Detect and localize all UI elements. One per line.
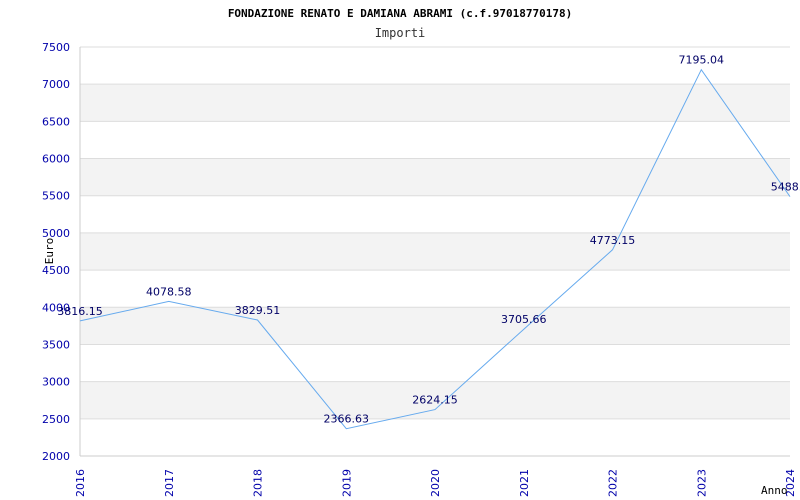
line-chart: FONDAZIONE RENATO E DAMIANA ABRAMI (c.f.… xyxy=(42,7,800,497)
grid-band xyxy=(80,84,790,122)
x-tick-label: 2016 xyxy=(74,469,87,497)
grid-band xyxy=(80,158,790,196)
data-label: 3816.15 xyxy=(57,305,103,318)
grid-band xyxy=(80,307,790,345)
y-tick-label: 4500 xyxy=(42,264,70,277)
data-label: 7195.04 xyxy=(679,54,725,67)
y-tick-label: 7000 xyxy=(42,78,70,91)
y-axis-label: Euro xyxy=(43,238,56,265)
y-tick-label: 3500 xyxy=(42,338,70,351)
y-tick-label: 6500 xyxy=(42,115,70,128)
data-label: 4773.15 xyxy=(590,234,636,247)
data-label: 2366.63 xyxy=(324,413,370,426)
y-tick-label: 5500 xyxy=(42,190,70,203)
chart-title: FONDAZIONE RENATO E DAMIANA ABRAMI (c.f.… xyxy=(228,7,572,20)
data-label: 2624.15 xyxy=(412,394,458,407)
y-tick-label: 3000 xyxy=(42,376,70,389)
x-tick-label: 2021 xyxy=(518,469,531,497)
y-tick-label: 7500 xyxy=(42,41,70,54)
plot-bands xyxy=(80,84,790,419)
x-tick-label: 2022 xyxy=(607,469,620,497)
x-axis-label: Anno xyxy=(761,484,788,497)
x-tick-label: 2019 xyxy=(340,469,353,497)
data-label: 5488.4 xyxy=(771,181,800,194)
x-tick-label: 2017 xyxy=(163,469,176,497)
data-label: 3705.66 xyxy=(501,313,547,326)
x-tick-label: 2023 xyxy=(695,469,708,497)
y-tick-label: 2500 xyxy=(42,413,70,426)
data-label: 4078.58 xyxy=(146,285,192,298)
y-tick-label: 6000 xyxy=(42,153,70,166)
data-label: 3829.51 xyxy=(235,304,281,317)
chart-subtitle: Importi xyxy=(375,26,426,40)
y-tick-label: 2000 xyxy=(42,450,70,463)
x-tick-labels: 2016 2017 2018 2019 2020 2021 2022 2023 2024 xyxy=(74,469,797,497)
x-tick-label: 2018 xyxy=(252,469,265,497)
x-tick-label: 2020 xyxy=(429,469,442,497)
grid-band xyxy=(80,232,790,271)
